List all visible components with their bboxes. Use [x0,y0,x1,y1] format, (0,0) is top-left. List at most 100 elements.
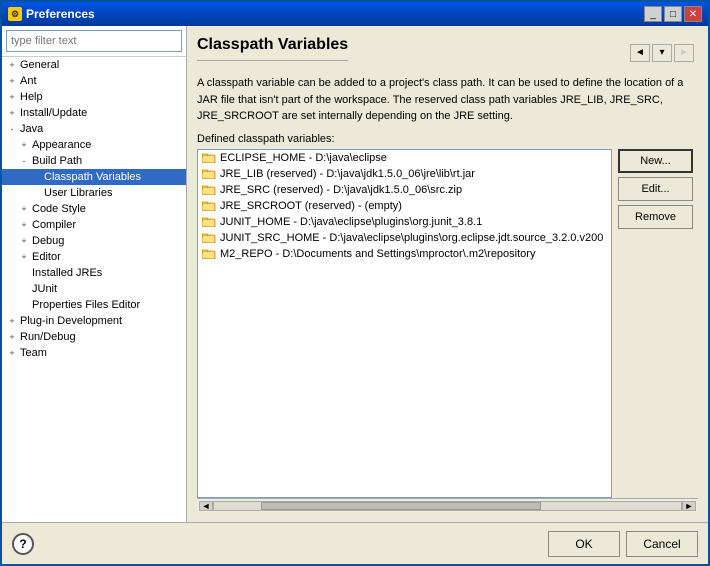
classpath-text-jre-srcroot: JRE_SRCROOT (reserved) - (empty) [220,200,402,212]
nav-dropdown-button[interactable]: ▾ [652,44,672,62]
nav-back-button[interactable]: ◄ [630,44,650,62]
maximize-button[interactable]: □ [664,6,682,22]
toggle-code-style[interactable]: + [18,203,30,215]
sidebar-item-help[interactable]: + Help [2,89,186,105]
sidebar-label-plug-in-development: Plug-in Development [18,314,124,328]
sidebar-label-installed-jres: Installed JREs [30,266,104,280]
sidebar-item-compiler[interactable]: + Compiler [2,217,186,233]
main-panel: Classpath Variables ◄ ▾ ► A classpath va… [187,26,708,522]
footer-right: OK Cancel [548,531,698,557]
folder-icon-jre-srcroot [202,200,216,212]
sidebar-item-properties-files-editor[interactable]: Properties Files Editor [2,297,186,313]
sidebar-item-debug[interactable]: + Debug [2,233,186,249]
classpath-item-jre-srcroot[interactable]: JRE_SRCROOT (reserved) - (empty) [198,198,611,214]
classpath-item-m2-repo[interactable]: M2_REPO - D:\Documents and Settings\mpro… [198,246,611,262]
toggle-editor[interactable]: + [18,251,30,263]
sidebar-item-editor[interactable]: + Editor [2,249,186,265]
description-text: A classpath variable can be added to a p… [197,75,698,125]
classpath-item-junit-home[interactable]: JUNIT_HOME - D:\java\eclipse\plugins\org… [198,214,611,230]
sidebar-label-classpath-variables: Classpath Variables [42,170,143,184]
sidebar-item-java[interactable]: - Java [2,121,186,137]
classpath-text-eclipse-home: ECLIPSE_HOME - D:\java\eclipse [220,152,387,164]
scroll-thumb[interactable] [261,502,541,510]
scroll-left-button[interactable]: ◄ [199,501,213,511]
sidebar-item-user-libraries[interactable]: User Libraries [2,185,186,201]
folder-icon-jre-lib [202,168,216,180]
button-panel: New... Edit... Remove [618,149,698,499]
tree-container: + General + Ant + Help + [2,57,186,522]
new-button[interactable]: New... [618,149,693,173]
toggle-install-update[interactable]: + [6,107,18,119]
scroll-right-button[interactable]: ► [682,501,696,511]
toggle-help[interactable]: + [6,91,18,103]
classpath-item-jre-src[interactable]: JRE_SRC (reserved) - D:\java\jdk1.5.0_06… [198,182,611,198]
folder-icon-junit-src-home [202,232,216,244]
toggle-ant[interactable]: + [6,75,18,87]
sidebar-item-team[interactable]: + Team [2,345,186,361]
toggle-build-path[interactable]: - [18,155,30,167]
sidebar-item-general[interactable]: + General [2,57,186,73]
minimize-button[interactable]: _ [644,6,662,22]
defined-label: Defined classpath variables: [197,133,698,145]
toggle-plug-in-development[interactable]: + [6,315,18,327]
sidebar-item-build-path[interactable]: - Build Path [2,153,186,169]
sidebar-item-code-style[interactable]: + Code Style [2,201,186,217]
classpath-text-junit-src-home: JUNIT_SRC_HOME - D:\java\eclipse\plugins… [220,232,603,244]
sidebar-item-install-update[interactable]: + Install/Update [2,105,186,121]
edit-button[interactable]: Edit... [618,177,693,201]
sidebar-label-properties-files-editor: Properties Files Editor [30,298,142,312]
sidebar-label-junit: JUnit [30,282,59,296]
window-icon: ⚙ [8,7,22,21]
title-bar-left: ⚙ Preferences [8,7,95,21]
toggle-classpath-variables [30,171,42,183]
toggle-general[interactable]: + [6,59,18,71]
folder-icon-jre-src [202,184,216,196]
toggle-java[interactable]: - [6,123,18,135]
help-button[interactable]: ? [12,533,34,555]
toggle-user-libraries [30,187,42,199]
title-buttons: _ □ ✕ [644,6,702,22]
sidebar-item-classpath-variables[interactable]: Classpath Variables [2,169,186,185]
toggle-debug[interactable]: + [18,235,30,247]
ok-button[interactable]: OK [548,531,620,557]
toggle-properties-files-editor [18,299,30,311]
sidebar-item-ant[interactable]: + Ant [2,73,186,89]
preferences-window: ⚙ Preferences _ □ ✕ + General [0,0,710,566]
sidebar-label-user-libraries: User Libraries [42,186,114,200]
nav-forward-button[interactable]: ► [674,44,694,62]
classpath-list[interactable]: ECLIPSE_HOME - D:\java\eclipse JRE_LIB (… [197,149,612,499]
sidebar-item-plug-in-development[interactable]: + Plug-in Development [2,313,186,329]
sidebar-item-junit[interactable]: JUnit [2,281,186,297]
horizontal-scrollbar[interactable] [213,501,682,511]
list-button-area: ECLIPSE_HOME - D:\java\eclipse JRE_LIB (… [197,149,698,499]
sidebar-item-installed-jres[interactable]: Installed JREs [2,265,186,281]
sidebar-label-general: General [18,58,61,72]
content-area: + General + Ant + Help + [2,26,708,522]
classpath-item-jre-lib[interactable]: JRE_LIB (reserved) - D:\java\jdk1.5.0_06… [198,166,611,182]
toggle-appearance[interactable]: + [18,139,30,151]
classpath-text-junit-home: JUNIT_HOME - D:\java\eclipse\plugins\org… [220,216,482,228]
panel-header-row: Classpath Variables ◄ ▾ ► [197,36,698,69]
sidebar-label-code-style: Code Style [30,202,88,216]
sidebar-item-run-debug[interactable]: + Run/Debug [2,329,186,345]
window-title: Preferences [26,7,95,21]
cancel-button[interactable]: Cancel [626,531,698,557]
classpath-item-eclipse-home[interactable]: ECLIPSE_HOME - D:\java\eclipse [198,150,611,166]
sidebar-label-java: Java [18,122,45,136]
title-bar: ⚙ Preferences _ □ ✕ [2,2,708,26]
filter-input[interactable] [6,30,182,52]
sidebar-label-help: Help [18,90,45,104]
close-button[interactable]: ✕ [684,6,702,22]
sidebar-label-debug: Debug [30,234,66,248]
sidebar-label-team: Team [18,346,49,360]
sidebar-label-build-path: Build Path [30,154,84,168]
sidebar-item-appearance[interactable]: + Appearance [2,137,186,153]
toggle-compiler[interactable]: + [18,219,30,231]
toggle-team[interactable]: + [6,347,18,359]
sidebar-label-compiler: Compiler [30,218,78,232]
classpath-item-junit-src-home[interactable]: JUNIT_SRC_HOME - D:\java\eclipse\plugins… [198,230,611,246]
toggle-run-debug[interactable]: + [6,331,18,343]
classpath-text-jre-src: JRE_SRC (reserved) - D:\java\jdk1.5.0_06… [220,184,462,196]
classpath-text-jre-lib: JRE_LIB (reserved) - D:\java\jdk1.5.0_06… [220,168,475,180]
remove-button[interactable]: Remove [618,205,693,229]
